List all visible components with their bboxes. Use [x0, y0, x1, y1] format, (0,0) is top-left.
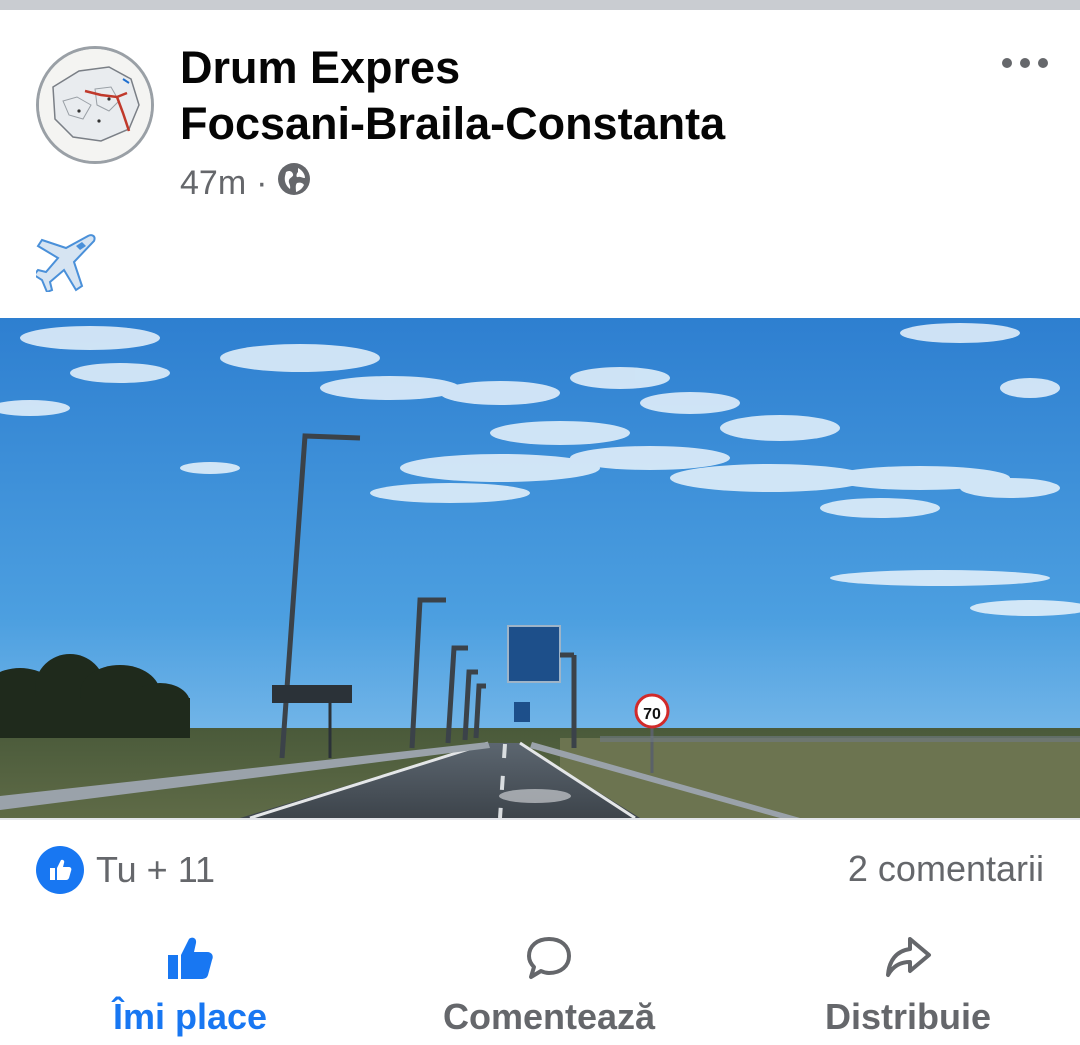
share-arrow-icon: [884, 935, 932, 990]
thumbs-up-icon: [166, 935, 214, 990]
globe-icon: [277, 162, 311, 205]
comment-count[interactable]: 2 comentarii: [848, 848, 1044, 890]
more-dot: [1002, 58, 1012, 68]
share-button-label: Distribuie: [824, 996, 992, 1037]
post-photo[interactable]: 70: [0, 318, 1080, 818]
comment-button-label: Comentează: [442, 996, 656, 1037]
more-dot: [1038, 58, 1048, 68]
top-divider: [0, 0, 1080, 10]
more-dot: [1020, 58, 1030, 68]
comment-bubble-icon: [525, 935, 573, 990]
page-name[interactable]: Drum Expres Focsani-Braila-Constanta: [180, 40, 725, 152]
reaction-count[interactable]: Tu + 11: [96, 849, 215, 891]
share-button[interactable]: Distribuie: [822, 935, 994, 1038]
page-name-line1[interactable]: Drum Expres: [180, 40, 725, 96]
more-options-icon[interactable]: [1002, 58, 1048, 68]
meta-separator: ·: [256, 164, 268, 202]
page-name-line2[interactable]: Focsani-Braila-Constanta: [180, 96, 725, 152]
like-reaction-icon: [36, 846, 84, 894]
like-button-label: Îmi place: [112, 996, 268, 1037]
post-time[interactable]: 47m: [180, 164, 246, 203]
comment-button[interactable]: Comentează: [438, 935, 660, 1038]
page-avatar[interactable]: [36, 46, 154, 164]
speed-limit-sign: 70: [643, 706, 661, 723]
reaction-summary[interactable]: Tu + 11: [36, 846, 215, 894]
map-thumbnail: [39, 49, 151, 161]
airplane-emoji: [32, 232, 98, 294]
post-meta: 47m ·: [180, 162, 311, 205]
like-button[interactable]: Îmi place: [110, 935, 270, 1038]
top-divider-inner: [0, 10, 1080, 12]
photo-divider: [0, 818, 1080, 820]
